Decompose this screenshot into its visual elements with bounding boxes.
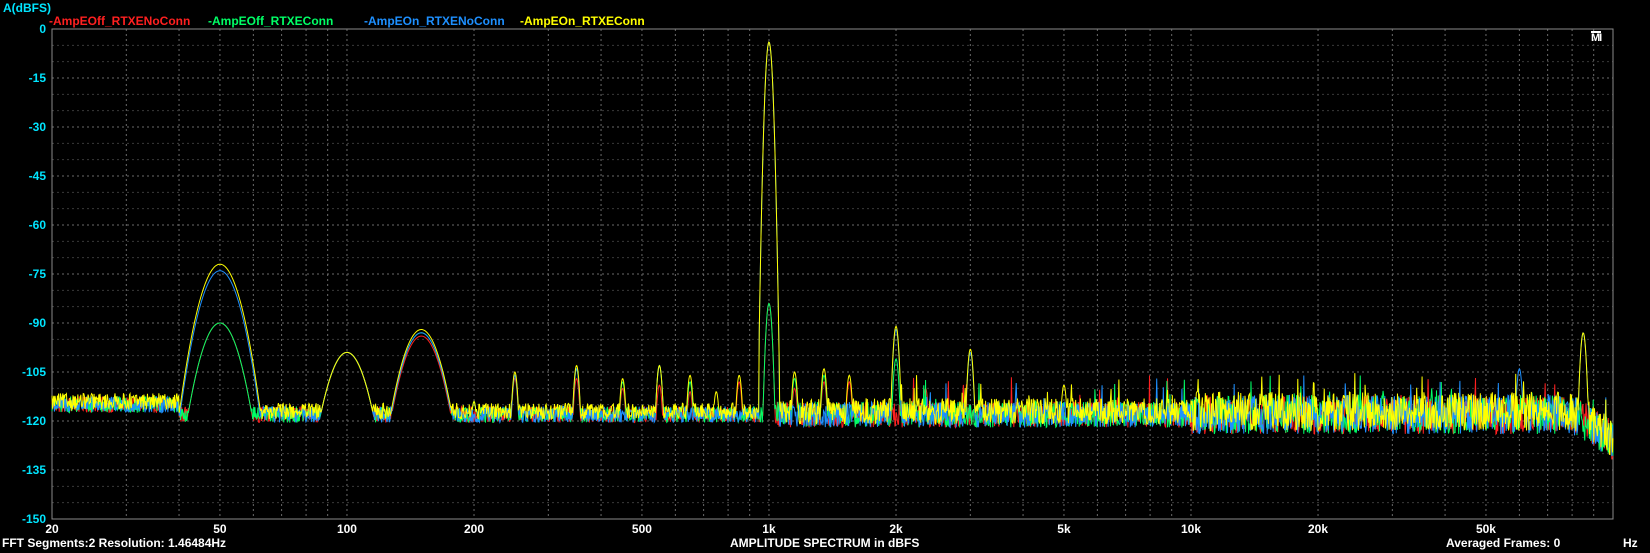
x-tick-label: 50k <box>1475 522 1496 536</box>
x-tick-label: 500 <box>631 522 652 536</box>
x-tick-label: 50 <box>213 522 227 536</box>
y-tick-label: -90 <box>28 316 46 330</box>
chart-traces <box>51 41 1614 460</box>
legend-entry-ampeon-rtxenoconn: -AmpEOn_RTXENoConn <box>364 14 505 28</box>
x-tick-label: 20k <box>1308 522 1329 536</box>
spectrum-chart <box>51 28 1614 520</box>
chart-title: AMPLITUDE SPECTRUM in dBFS <box>730 536 920 550</box>
fft-info: FFT Segments:2 Resolution: 1.46484Hz <box>2 536 227 550</box>
x-tick-label: 10k <box>1180 522 1201 536</box>
y-tick-label: 0 <box>39 22 46 36</box>
x-tick-label: 100 <box>336 522 357 536</box>
y-tick-label: -30 <box>28 120 46 134</box>
y-tick-label: -120 <box>21 414 46 428</box>
y-tick-label: -75 <box>28 267 46 281</box>
chart-grid <box>51 28 1614 520</box>
y-tick-label: -135 <box>21 463 46 477</box>
x-tick-label: 2k <box>889 522 903 536</box>
y-tick-label: -15 <box>28 71 46 85</box>
series-line-ampeon-rtxeconn <box>51 41 1614 456</box>
y-tick-label: -105 <box>21 365 46 379</box>
series-line-ampeoff-rtxeconn <box>51 302 1614 456</box>
x-tick-label: 20 <box>45 522 59 536</box>
x-tick-label: 1k <box>762 522 776 536</box>
x-axis-unit: Hz <box>1623 536 1638 550</box>
legend-entry-ampeoff-rtxenoconn: -AmpEOff_RTXENoConn <box>49 14 191 28</box>
y-tick-label: -60 <box>28 218 46 232</box>
legend-entry-ampeoff-rtxeconn: -AmpEOff_RTXEConn <box>208 14 334 28</box>
y-axis-label: A(dBFS) <box>3 1 51 15</box>
series-line-ampeon-rtxenoconn <box>51 41 1614 457</box>
y-tick-label: -150 <box>21 512 46 526</box>
averaged-frames: Averaged Frames: 0 <box>1446 536 1561 550</box>
x-tick-label: 5k <box>1057 522 1071 536</box>
logo-text: MI <box>1591 32 1602 44</box>
series-line-ampeoff-rtxenoconn <box>51 302 1614 460</box>
logo: MI <box>1591 31 1602 44</box>
y-tick-label: -45 <box>28 169 46 183</box>
legend-entry-ampeon-rtxeconn: -AmpEOn_RTXEConn <box>520 14 645 28</box>
x-tick-label: 200 <box>463 522 485 536</box>
